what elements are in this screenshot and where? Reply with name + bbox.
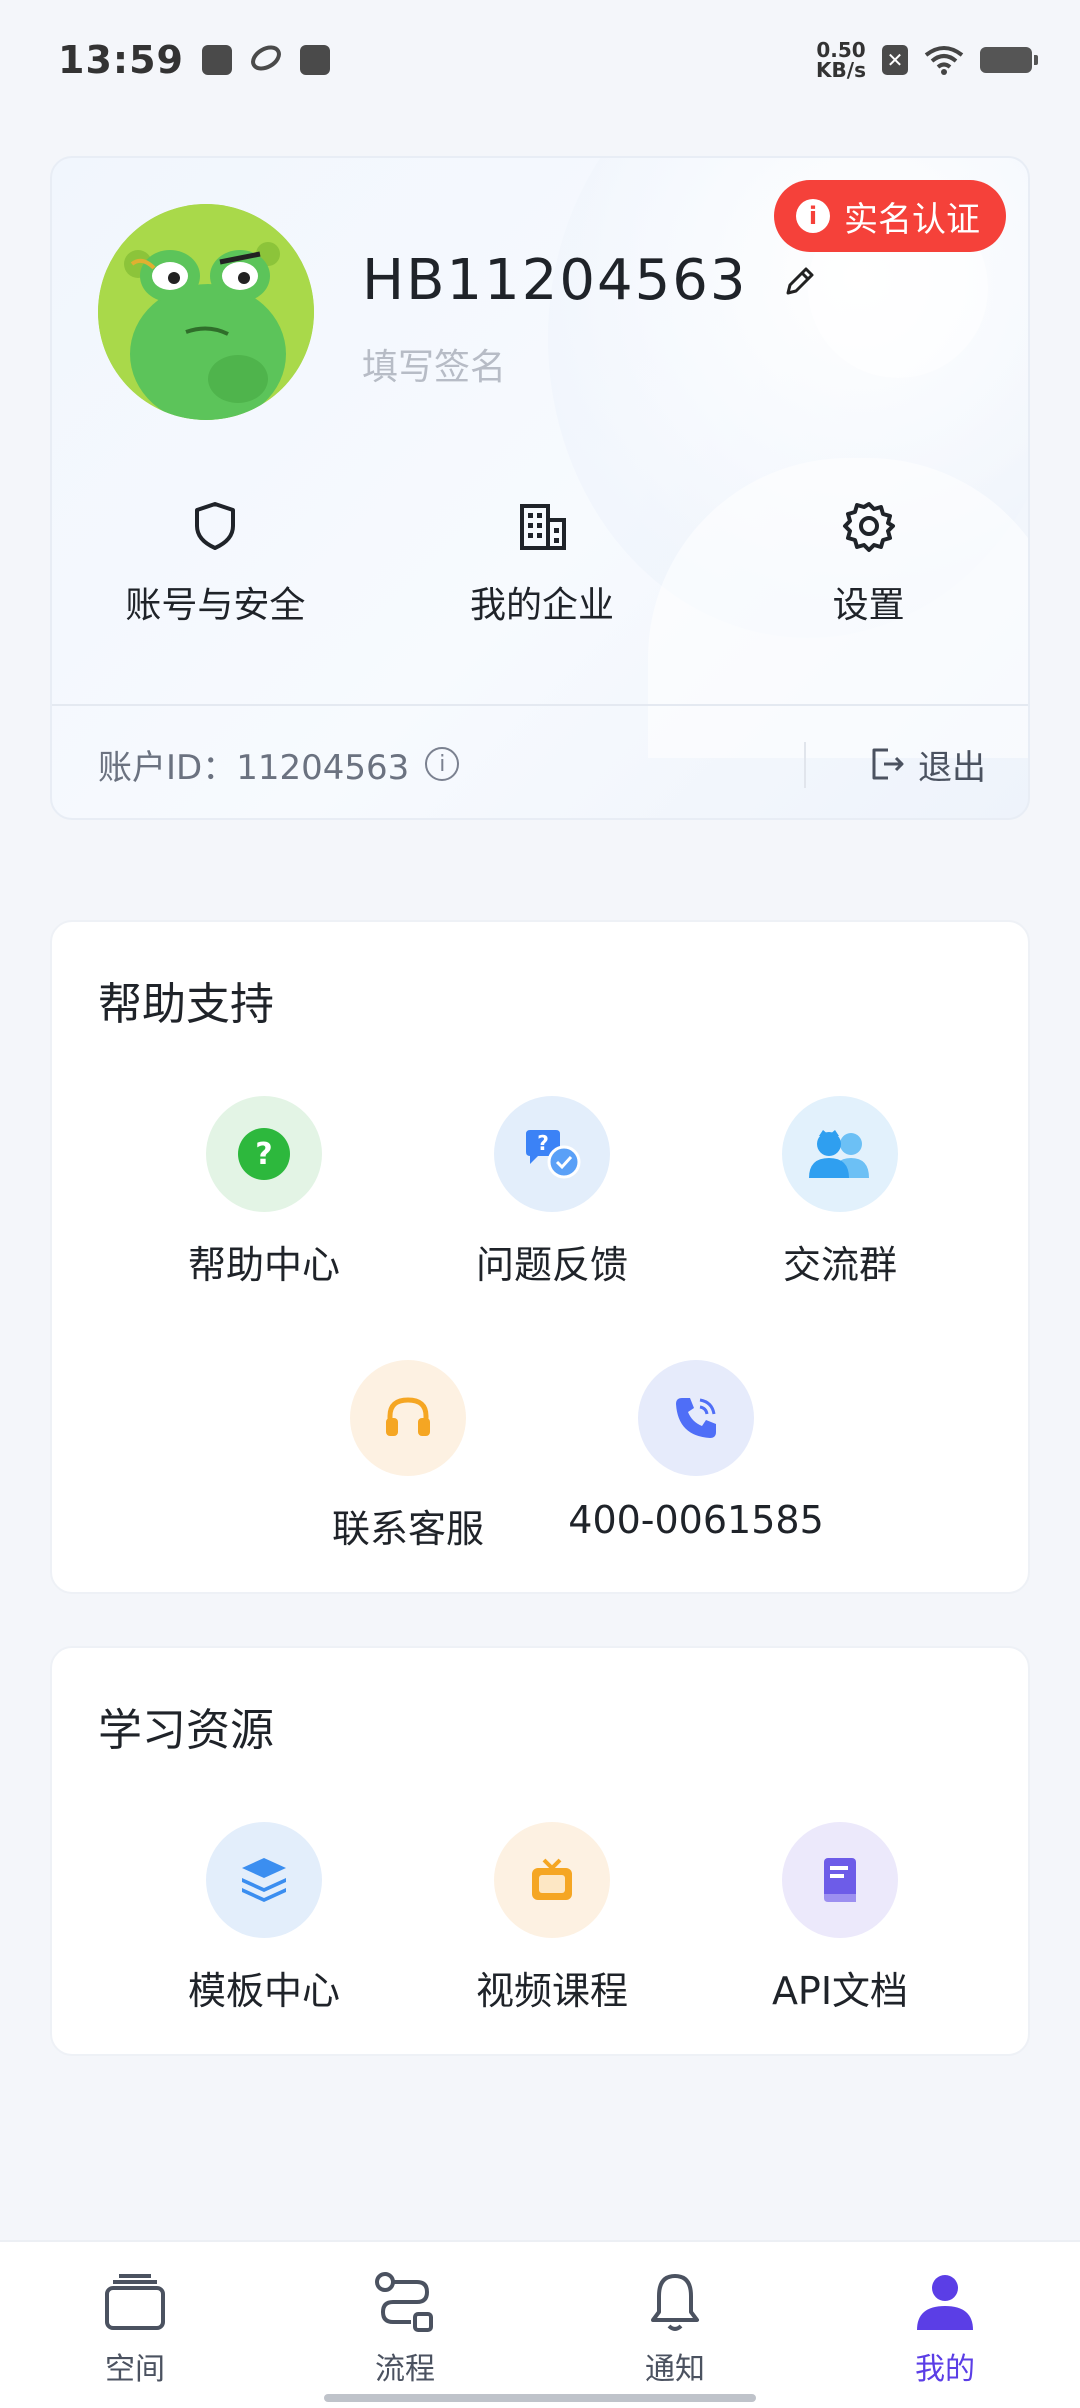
nav-item-mine[interactable]: 我的 (810, 2242, 1080, 2408)
icon-circle (782, 1096, 898, 1212)
quick-action-label: 设置 (832, 585, 905, 626)
logout-button[interactable]: 退出 (868, 706, 986, 818)
nav-label: 我的 (915, 2352, 975, 2387)
quick-action-label: 我的企业 (470, 585, 615, 626)
net-speed-unit: KB/s (816, 58, 866, 82)
status-left: 13:59 (58, 38, 330, 82)
shield-icon (195, 502, 236, 550)
info-icon[interactable]: i (425, 747, 460, 781)
net-speed: 0.50 KB/s (816, 40, 866, 80)
app-icon (250, 43, 282, 77)
account-row: 账户ID：11204563 i 退出 (52, 706, 1028, 818)
frog-avatar-image (98, 204, 314, 420)
learning-resources-section: 学习资源 模板中心 视频课程 API文档 (50, 1646, 1030, 2056)
gear-icon (842, 502, 895, 552)
nav-label: 通知 (645, 2352, 705, 2387)
status-time: 13:59 (58, 38, 184, 82)
group-icon (809, 1130, 869, 1178)
avatar[interactable] (98, 204, 314, 420)
status-right: 0.50 KB/s ✕ (816, 40, 1038, 80)
username-row: HB11204563 (362, 248, 820, 313)
grid-item-label: 帮助中心 (187, 1243, 340, 1287)
user-icon (917, 2275, 973, 2330)
icon-circle: ? (494, 1096, 610, 1212)
nav-label: 流程 (375, 2352, 435, 2387)
icon-circle: ? (206, 1096, 322, 1212)
video-courses-button[interactable]: 视频课程 (432, 1822, 672, 2015)
quick-action-label: 账号与安全 (125, 585, 306, 626)
settings-button[interactable]: 设置 (705, 498, 1028, 628)
verify-label: 实名认证 (844, 199, 980, 240)
grid-item-label: 400-0061585 (568, 1498, 824, 1542)
icon-circle (350, 1360, 466, 1476)
info-icon: i (796, 199, 830, 233)
section-title: 帮助支持 (98, 979, 274, 1030)
profile-card: i 实名认证 HB11204563 填写签名 账号与安全 我的企业 设置 账户I… (50, 156, 1030, 820)
signature-input[interactable]: 填写签名 (362, 338, 506, 390)
api-docs-button[interactable]: API文档 (720, 1822, 960, 2015)
nav-item-notifications[interactable]: 通知 (540, 2242, 810, 2408)
grid-item-label: API文档 (771, 1969, 909, 2013)
battery-icon (980, 47, 1038, 73)
phone-icon (676, 1398, 716, 1438)
section-title: 学习资源 (98, 1705, 274, 1756)
svg-text:?: ? (537, 1131, 549, 1155)
phone-hotline-button[interactable]: 400-0061585 (568, 1360, 824, 1542)
feedback-chat-icon: ? (526, 1130, 581, 1179)
feedback-button[interactable]: ? 问题反馈 (432, 1096, 672, 1289)
grid-item-label: 问题反馈 (475, 1243, 628, 1287)
grid-item-label: 视频课程 (475, 1969, 628, 2013)
account-id: 账户ID：11204563 i (98, 740, 460, 789)
layers-icon (242, 1858, 286, 1902)
community-group-button[interactable]: 交流群 (720, 1096, 960, 1289)
status-bar: 13:59 0.50 KB/s ✕ (0, 0, 1080, 120)
building-icon (520, 504, 566, 550)
logout-icon (872, 748, 904, 780)
account-id-text: 账户ID：11204563 (98, 747, 410, 788)
divider (804, 742, 806, 788)
help-support-section: 帮助支持 ? 帮助中心 ? 问题反馈 交流群 联系客服 400-0061585 (50, 920, 1030, 1594)
username: HB11204563 (362, 248, 748, 313)
net-speed-value: 0.50 (816, 38, 866, 62)
tv-icon (532, 1858, 572, 1900)
logout-label: 退出 (918, 747, 986, 788)
edit-pencil-icon[interactable] (780, 261, 820, 301)
icon-circle (494, 1822, 610, 1938)
bell-icon (651, 2274, 699, 2331)
nav-item-space[interactable]: 空间 (0, 2242, 270, 2408)
nav-item-flow[interactable]: 流程 (270, 2242, 540, 2408)
book-icon (824, 1858, 856, 1902)
svg-text:?: ? (255, 1137, 272, 1172)
icon-circle (638, 1360, 754, 1476)
headset-icon (386, 1397, 430, 1436)
space-icon (105, 2274, 165, 2330)
grid-item-label: 模板中心 (187, 1969, 340, 2013)
contact-support-button[interactable]: 联系客服 (288, 1360, 528, 1553)
wifi-icon (924, 46, 964, 75)
home-indicator[interactable] (324, 2394, 756, 2402)
no-sim-icon: ✕ (882, 45, 908, 75)
flow-icon (375, 2272, 433, 2332)
account-security-button[interactable]: 账号与安全 (52, 498, 379, 628)
grid-item-label: 交流群 (782, 1243, 897, 1287)
help-center-button[interactable]: ? 帮助中心 (144, 1096, 384, 1289)
notification-icon (201, 45, 232, 75)
template-center-button[interactable]: 模板中心 (144, 1822, 384, 2015)
bottom-nav: 空间 流程 通知 我的 (0, 2240, 1080, 2408)
mail-icon (299, 45, 330, 75)
icon-circle (782, 1822, 898, 1938)
nav-label: 空间 (105, 2352, 165, 2387)
grid-item-label: 联系客服 (331, 1507, 484, 1551)
quick-actions: 账号与安全 我的企业 设置 (52, 498, 1028, 628)
icon-circle (206, 1822, 322, 1938)
my-enterprise-button[interactable]: 我的企业 (379, 498, 706, 628)
question-icon: ? (238, 1128, 290, 1180)
real-name-verify-button[interactable]: i 实名认证 (774, 180, 1006, 252)
